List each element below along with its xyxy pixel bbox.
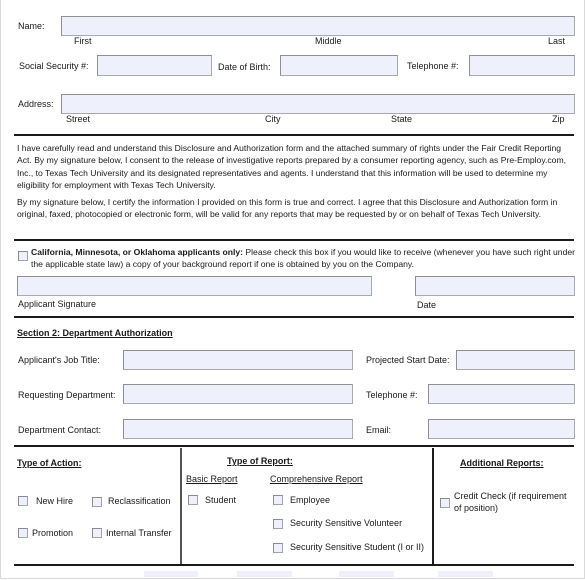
employee-label: Employee bbox=[290, 495, 331, 505]
state-copy-checkbox[interactable] bbox=[18, 251, 28, 261]
dept-contact-field[interactable] bbox=[123, 419, 353, 439]
email-field[interactable] bbox=[428, 419, 575, 439]
security-sensitive-volunteer-label: Security Sensitive Volunteer bbox=[290, 518, 403, 528]
student-checkbox[interactable] bbox=[188, 495, 198, 505]
telephone-field[interactable] bbox=[469, 55, 575, 76]
middle-sublabel: Middle bbox=[315, 36, 342, 46]
requesting-dept-label: Requesting Department: bbox=[18, 390, 116, 400]
state-sublabel: State bbox=[391, 114, 413, 124]
divider bbox=[14, 316, 574, 318]
disclosure-paragraph-2: By my signature below, I certify the inf… bbox=[17, 197, 558, 220]
signature-date-field[interactable] bbox=[415, 276, 575, 296]
state-copy-text: California, Minnesota, or Oklahoma appli… bbox=[31, 246, 576, 271]
email-label: Email: bbox=[366, 425, 392, 435]
cutoff-field bbox=[237, 571, 292, 577]
name-field[interactable] bbox=[61, 16, 575, 36]
divider bbox=[14, 239, 574, 241]
ssn-label: Social Security #: bbox=[19, 61, 89, 71]
section2-telephone-label: Telephone #: bbox=[366, 390, 418, 400]
first-sublabel: First bbox=[74, 36, 92, 46]
divider bbox=[14, 445, 574, 447]
reclassification-checkbox[interactable] bbox=[92, 497, 102, 507]
start-date-label: Projected Start Date: bbox=[366, 355, 450, 365]
zip-sublabel: Zip bbox=[552, 114, 565, 124]
security-sensitive-student-checkbox[interactable] bbox=[273, 543, 283, 553]
new-hire-checkbox[interactable] bbox=[18, 496, 28, 506]
reclassification-label: Reclassification bbox=[108, 496, 171, 506]
applicant-signature-field[interactable] bbox=[17, 276, 372, 296]
security-sensitive-student-label: Security Sensitive Student (I or II) bbox=[290, 542, 425, 552]
divider bbox=[14, 564, 574, 566]
column-divider bbox=[180, 448, 182, 566]
dept-contact-label: Department Contact: bbox=[18, 425, 102, 435]
promotion-checkbox[interactable] bbox=[18, 528, 28, 538]
section-2-title: Section 2: Department Authorization bbox=[17, 328, 173, 338]
form-page: Name: First Middle Last Social Security … bbox=[0, 0, 585, 579]
address-field[interactable] bbox=[61, 94, 575, 114]
cutoff-field bbox=[438, 571, 493, 577]
column-divider bbox=[432, 448, 434, 566]
student-label: Student bbox=[205, 495, 237, 505]
type-of-report-title: Type of Report: bbox=[227, 456, 293, 466]
promotion-label: Promotion bbox=[32, 528, 74, 538]
city-sublabel: City bbox=[265, 114, 281, 124]
dob-label: Date of Birth: bbox=[218, 62, 271, 72]
dob-field[interactable] bbox=[280, 55, 398, 76]
signature-date-label: Date bbox=[417, 300, 437, 310]
employee-checkbox[interactable] bbox=[273, 495, 283, 505]
requesting-dept-field[interactable] bbox=[123, 384, 353, 404]
start-date-field[interactable] bbox=[456, 350, 575, 370]
cutoff-field bbox=[144, 571, 198, 577]
credit-check-label: Credit Check (if requirement of position… bbox=[454, 491, 567, 513]
internal-transfer-label: Internal Transfer bbox=[106, 528, 172, 538]
telephone-label: Telephone #: bbox=[407, 61, 459, 71]
last-sublabel: Last bbox=[548, 36, 566, 46]
job-title-field[interactable] bbox=[123, 350, 353, 370]
job-title-label: Applicant's Job Title: bbox=[18, 355, 100, 365]
new-hire-label: New Hire bbox=[36, 496, 74, 506]
divider bbox=[14, 134, 574, 136]
additional-reports-title: Additional Reports: bbox=[460, 458, 544, 468]
disclosure-paragraph-1: I have carefully read and understand thi… bbox=[17, 143, 566, 191]
internal-transfer-checkbox[interactable] bbox=[92, 528, 102, 538]
address-label: Address: bbox=[18, 99, 54, 109]
state-copy-bold: California, Minnesota, or Oklahoma appli… bbox=[31, 247, 244, 257]
ssn-field[interactable] bbox=[97, 55, 212, 76]
name-label: Name: bbox=[18, 21, 45, 31]
basic-report-title: Basic Report bbox=[186, 474, 238, 484]
type-of-action-title: Type of Action: bbox=[17, 458, 82, 468]
cutoff-field bbox=[339, 571, 394, 577]
security-sensitive-volunteer-checkbox[interactable] bbox=[273, 519, 283, 529]
applicant-signature-label: Applicant Signature bbox=[18, 299, 97, 309]
section2-telephone-field[interactable] bbox=[428, 384, 575, 404]
comprehensive-report-title: Comprehensive Report bbox=[270, 474, 363, 484]
street-sublabel: Street bbox=[66, 114, 91, 124]
credit-check-checkbox[interactable] bbox=[440, 498, 450, 508]
